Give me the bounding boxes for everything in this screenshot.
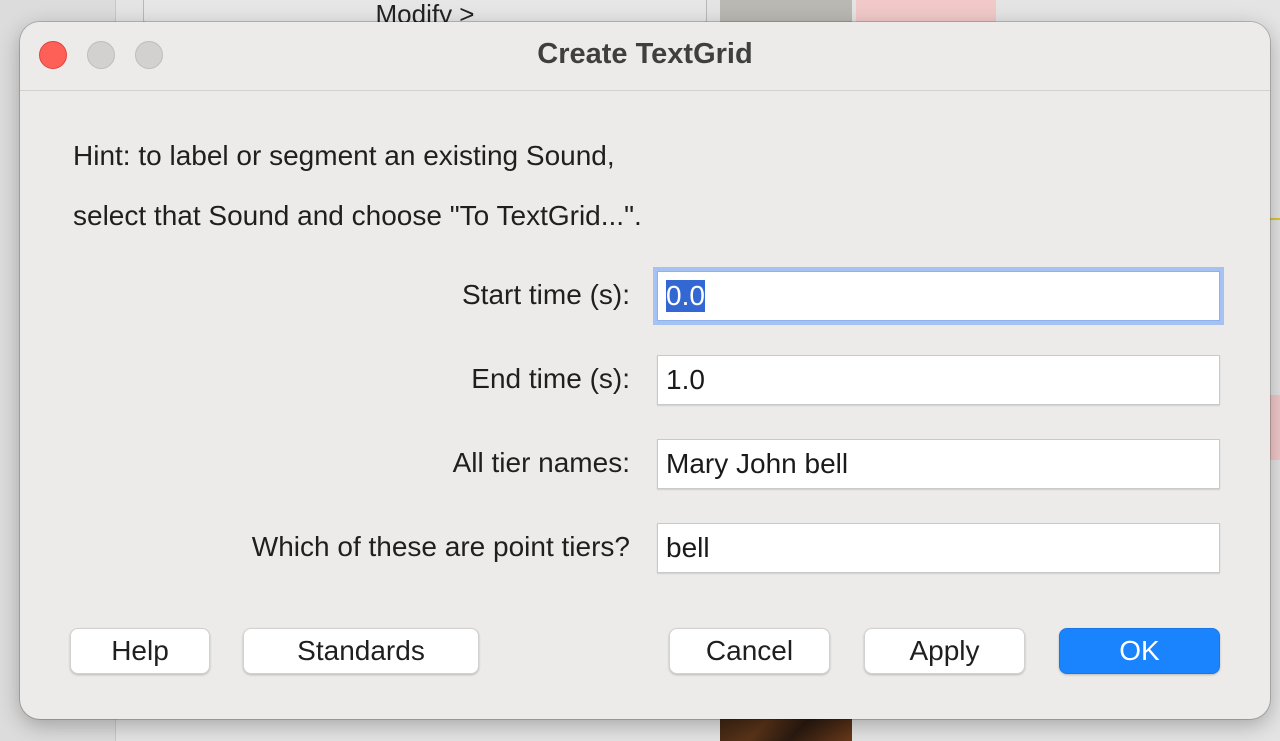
modify-menu-button[interactable]: Modify >: [143, 0, 707, 29]
help-button[interactable]: Help: [70, 628, 210, 674]
standards-button[interactable]: Standards: [243, 628, 479, 674]
cancel-button[interactable]: Cancel: [669, 628, 830, 674]
start-time-label: Start time (s):: [461, 279, 630, 310]
end-time-field[interactable]: [657, 355, 1220, 405]
point-tiers-label: Which of these are point tiers?: [251, 531, 630, 562]
create-textgrid-dialog: Create TextGrid Hint: to label or segmen…: [20, 22, 1270, 719]
hint-text-line-1: Hint: to label or segment an existing So…: [73, 140, 615, 171]
minimize-window-button[interactable]: [87, 41, 115, 69]
hint-text-line-2: select that Sound and choose "To TextGri…: [73, 200, 642, 231]
end-time-label: End time (s):: [471, 363, 630, 394]
point-tiers-field[interactable]: [657, 523, 1220, 573]
tier-names-field[interactable]: [657, 439, 1220, 489]
ok-button[interactable]: OK: [1059, 628, 1220, 674]
start-time-field[interactable]: [657, 271, 1220, 321]
apply-button[interactable]: Apply: [864, 628, 1025, 674]
background-selection-panel: [856, 0, 996, 22]
title-bar: Create TextGrid: [20, 22, 1270, 91]
background-panel: [720, 0, 852, 22]
close-window-button[interactable]: [39, 41, 67, 69]
tier-names-label: All tier names:: [452, 447, 630, 478]
background-marker: [1270, 218, 1280, 220]
zoom-window-button[interactable]: [135, 41, 163, 69]
dialog-title: Create TextGrid: [537, 38, 753, 70]
